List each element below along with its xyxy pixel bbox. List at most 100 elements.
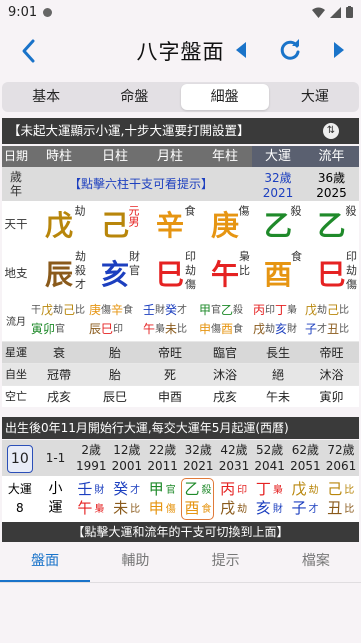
ten-god-label: 比 xyxy=(75,305,86,316)
day-branch[interactable]: 亥 財官 xyxy=(88,247,142,299)
month-branch[interactable]: 巳 印劫傷 xyxy=(142,247,198,299)
ten-god-label: 比 xyxy=(177,324,188,335)
nav-archive[interactable]: 檔案 xyxy=(271,542,361,582)
ten-god-label: 才 xyxy=(130,485,141,496)
dayun-stem-char: 甲 xyxy=(148,480,164,498)
dayun-age-cell[interactable]: 12歲 2001 xyxy=(109,440,145,476)
stem-row-label: 天干 xyxy=(4,217,28,231)
col-header-month: 月柱 xyxy=(142,146,198,167)
dayun-age-cell[interactable]: 52歲 2041 xyxy=(252,440,288,476)
dayun-age-cell[interactable]: 1-1 xyxy=(38,440,74,476)
ten-god-label: 食 xyxy=(233,324,244,335)
dayun-age-cell[interactable]: 10 xyxy=(2,440,38,476)
dayun-start-info: 出生後0年11月開始行大運,每交大運年5月起運(西曆) xyxy=(2,417,359,439)
tab-detail[interactable]: 細盤 xyxy=(180,84,269,110)
hidden-row-label: 流月 xyxy=(6,316,26,328)
ten-god-label: 劫 xyxy=(308,485,319,496)
col-header-day: 日柱 xyxy=(88,146,142,167)
nav-divider xyxy=(0,582,361,583)
dayun-branch-char: 戌 xyxy=(220,499,236,517)
ten-god-label: 殺 xyxy=(201,485,212,496)
title-bar: 八字盤面 xyxy=(0,24,361,78)
dayun-age-cell[interactable]: 72歲 2061 xyxy=(323,440,359,476)
ten-god-label: 食 xyxy=(123,305,134,316)
hidden-stem-char: 戊 xyxy=(41,303,54,317)
next-triangle-icon[interactable] xyxy=(332,40,346,60)
status-bar: 9:01 xyxy=(0,0,361,24)
ten-god-label: 劫 xyxy=(237,504,248,515)
year-branch[interactable]: 午 梟比 xyxy=(198,247,252,299)
branch-row-label: 地支 xyxy=(4,266,28,280)
ten-god-label: 比 xyxy=(344,485,355,496)
ten-god-label: 劫 xyxy=(53,305,64,316)
hidden-cell: 壬財癸才午梟未比 xyxy=(142,299,198,341)
nav-assist[interactable]: 輔助 xyxy=(90,542,180,582)
column-header-row: 日期 時柱 日柱 月柱 年柱 大運 流年 xyxy=(2,146,359,167)
dayun-branch[interactable]: 酉 食 xyxy=(252,247,304,299)
ten-god-label: 財 xyxy=(94,485,105,496)
xiaoyun-label[interactable]: 小運 xyxy=(38,476,74,522)
ten-god-label: 財 xyxy=(287,324,298,335)
dayun-pillar[interactable]: 丙戌印劫 xyxy=(216,476,252,522)
col-header-liunian: 流年 xyxy=(304,146,359,167)
previous-triangle-icon[interactable] xyxy=(234,40,248,60)
dayun-pillar[interactable]: 丁亥梟財 xyxy=(252,476,288,522)
tab-chart[interactable]: 命盤 xyxy=(90,82,178,112)
hidden-stem-char: 癸 xyxy=(165,303,178,317)
col-header-dayun: 大運 xyxy=(252,146,304,167)
hidden-stem-char: 辰 xyxy=(89,322,102,336)
dayun-age: 32歲 2021 xyxy=(262,170,294,200)
hidden-cell: 庚傷辛食辰巳印 xyxy=(88,299,142,341)
tab-basic[interactable]: 基本 xyxy=(2,82,90,112)
void-row: 空亡 戌亥 辰巳 申酉 戌亥 午未 寅卯 xyxy=(2,385,359,407)
liunian-stem[interactable]: 乙殺 xyxy=(304,201,359,247)
month-stem[interactable]: 辛食 xyxy=(142,201,198,247)
dayun-pillar[interactable]: 乙酉殺食 xyxy=(180,476,216,522)
dayun-age-cell[interactable]: 2歲 1991 xyxy=(73,440,109,476)
age-label: 歲 年 xyxy=(9,170,22,198)
nav-tips[interactable]: 提示 xyxy=(181,542,271,582)
year-stem[interactable]: 庚傷 xyxy=(198,201,252,247)
hour-branch[interactable]: 辰 劫殺才 xyxy=(30,247,88,299)
dayun-age-cell[interactable]: 62歲 2051 xyxy=(288,440,324,476)
ten-god-label: 比 xyxy=(339,324,350,335)
ten-god-label: 梟 xyxy=(272,485,283,496)
wifi-icon xyxy=(312,7,325,18)
hidden-stem-char: 乙 xyxy=(221,303,234,317)
settings-toggle-icon[interactable]: ⇅ xyxy=(323,123,339,139)
dayun-branch-char: 申 xyxy=(148,499,164,517)
day-stem[interactable]: 己元男 xyxy=(88,201,142,247)
hidden-stem-char: 卯 xyxy=(43,322,56,336)
tab-dayun[interactable]: 大運 xyxy=(271,82,359,112)
ten-god-label: 比 xyxy=(130,504,141,515)
dayun-pillar[interactable]: 甲申官傷 xyxy=(145,476,181,522)
dayun-pillar[interactable]: 癸未才比 xyxy=(109,476,145,522)
dayun-stem-char: 丁 xyxy=(255,480,271,498)
dayun-stem[interactable]: 乙殺 xyxy=(252,201,304,247)
dayun-age-cell[interactable]: 22歲 2011 xyxy=(145,440,181,476)
dayun-branch-char: 子 xyxy=(291,499,307,517)
ten-god-label: 才 xyxy=(317,324,328,335)
col-header-date: 日期 xyxy=(2,146,30,167)
dayun-label: 大運 8 xyxy=(7,482,32,515)
ten-god-label: 印 xyxy=(265,305,276,316)
notice-bar: 【未起大運顯示小運,十步大運要打開設置】 ⇅ xyxy=(2,118,359,144)
page-title: 八字盤面 xyxy=(136,40,225,64)
back-chevron-icon[interactable] xyxy=(18,38,40,64)
refresh-icon[interactable] xyxy=(278,37,302,63)
nav-chart[interactable]: 盤面 xyxy=(0,542,91,582)
ten-god-label: 印 xyxy=(237,485,248,496)
dayun-age-cell[interactable]: 32歲 2021 xyxy=(180,440,216,476)
dayun-pillar[interactable]: 己丑比比 xyxy=(323,476,359,522)
dayun-stem-char: 乙 xyxy=(184,480,200,498)
ten-god-label: 劫 xyxy=(265,324,276,335)
liunian-branch[interactable]: 巳 印劫傷 xyxy=(304,247,359,299)
dayun-pillar[interactable]: 戊子劫才 xyxy=(288,476,324,522)
ten-god-label: 梟 xyxy=(94,504,105,515)
hour-stem[interactable]: 戊劫 xyxy=(30,201,88,247)
hidden-stem-char: 壬 xyxy=(143,303,156,317)
hidden-stem-char: 戊 xyxy=(305,303,318,317)
dayun-age-cell[interactable]: 42歲 2031 xyxy=(216,440,252,476)
pillar-hint[interactable]: 【點擊六柱干支可看提示】 xyxy=(30,167,252,201)
dayun-pillar[interactable]: 壬午財梟 xyxy=(73,476,109,522)
